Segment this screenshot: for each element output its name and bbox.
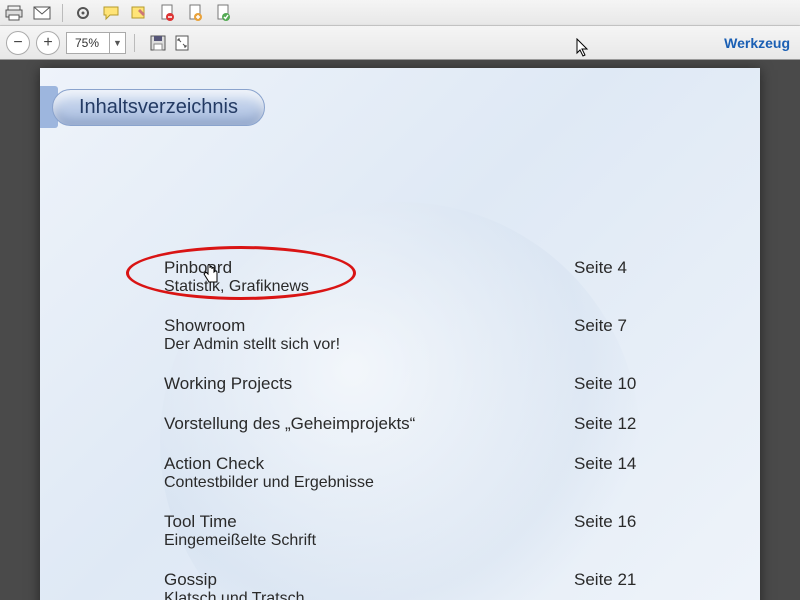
toc-subtitle: Klatsch und Tratsch	[164, 590, 444, 600]
toc-title: Pinboard	[164, 258, 444, 278]
toc-entry[interactable]: Action Check Contestbilder und Ergebniss…	[164, 454, 700, 492]
page-title: Inhaltsverzeichnis	[52, 89, 265, 126]
doc-add-icon[interactable]	[185, 4, 205, 22]
print-icon[interactable]	[4, 4, 24, 22]
doc-check-icon[interactable]	[213, 4, 233, 22]
toc-subtitle: Contestbilder und Ergebnisse	[164, 474, 444, 492]
save-icon[interactable]	[149, 34, 167, 52]
toc-title: Gossip	[164, 570, 444, 590]
toc-subtitle: Der Admin stellt sich vor!	[164, 336, 444, 354]
toc-entry[interactable]: Working Projects Seite 10	[164, 374, 700, 394]
toc-page: Seite 4	[444, 258, 700, 296]
zoom-value: 75%	[67, 36, 109, 50]
zoom-out-button[interactable]: −	[6, 31, 30, 55]
toc-title: Showroom	[164, 316, 444, 336]
fit-page-icon[interactable]	[173, 34, 191, 52]
toc-page: Seite 10	[444, 374, 700, 394]
toc-entry[interactable]: Vorstellung des „Geheimprojekts“ Seite 1…	[164, 414, 700, 434]
gear-icon[interactable]	[73, 4, 93, 22]
toc-page: Seite 12	[444, 414, 700, 434]
zoom-select[interactable]: 75% ▼	[66, 32, 126, 54]
toolbar-zoom: − + 75% ▼ Werkzeug	[0, 26, 800, 60]
toc-page: Seite 16	[444, 512, 700, 550]
toc-subtitle: Eingemeißelte Schrift	[164, 532, 444, 550]
toc-entry[interactable]: Gossip Klatsch und Tratsch Seite 21	[164, 570, 700, 600]
toc-entry[interactable]: Tool Time Eingemeißelte Schrift Seite 16	[164, 512, 700, 550]
toc-page: Seite 21	[444, 570, 700, 600]
tools-link[interactable]: Werkzeug	[724, 35, 790, 51]
toc-entry[interactable]: Showroom Der Admin stellt sich vor! Seit…	[164, 316, 700, 354]
toc-page: Seite 14	[444, 454, 700, 492]
doc-remove-icon[interactable]	[157, 4, 177, 22]
pdf-page: Inhaltsverzeichnis Pinboard Statistik, G…	[40, 68, 760, 600]
document-viewport[interactable]: Inhaltsverzeichnis Pinboard Statistik, G…	[0, 60, 800, 600]
separator	[134, 34, 135, 52]
table-of-contents: Pinboard Statistik, Grafiknews Seite 4 S…	[164, 258, 700, 600]
separator	[62, 4, 63, 22]
comment-icon[interactable]	[101, 4, 121, 22]
toc-entry[interactable]: Pinboard Statistik, Grafiknews Seite 4	[164, 258, 700, 296]
chevron-down-icon[interactable]: ▼	[109, 33, 125, 53]
toc-subtitle: Statistik, Grafiknews	[164, 278, 444, 296]
toolbar-top	[0, 0, 800, 26]
toc-page: Seite 7	[444, 316, 700, 354]
note-edit-icon[interactable]	[129, 4, 149, 22]
toc-title: Vorstellung des „Geheimprojekts“	[164, 414, 444, 434]
toc-title: Working Projects	[164, 374, 444, 394]
mail-icon[interactable]	[32, 4, 52, 22]
page-title-pill: Inhaltsverzeichnis	[40, 86, 265, 128]
toc-title: Action Check	[164, 454, 444, 474]
toc-title: Tool Time	[164, 512, 444, 532]
zoom-in-button[interactable]: +	[36, 31, 60, 55]
